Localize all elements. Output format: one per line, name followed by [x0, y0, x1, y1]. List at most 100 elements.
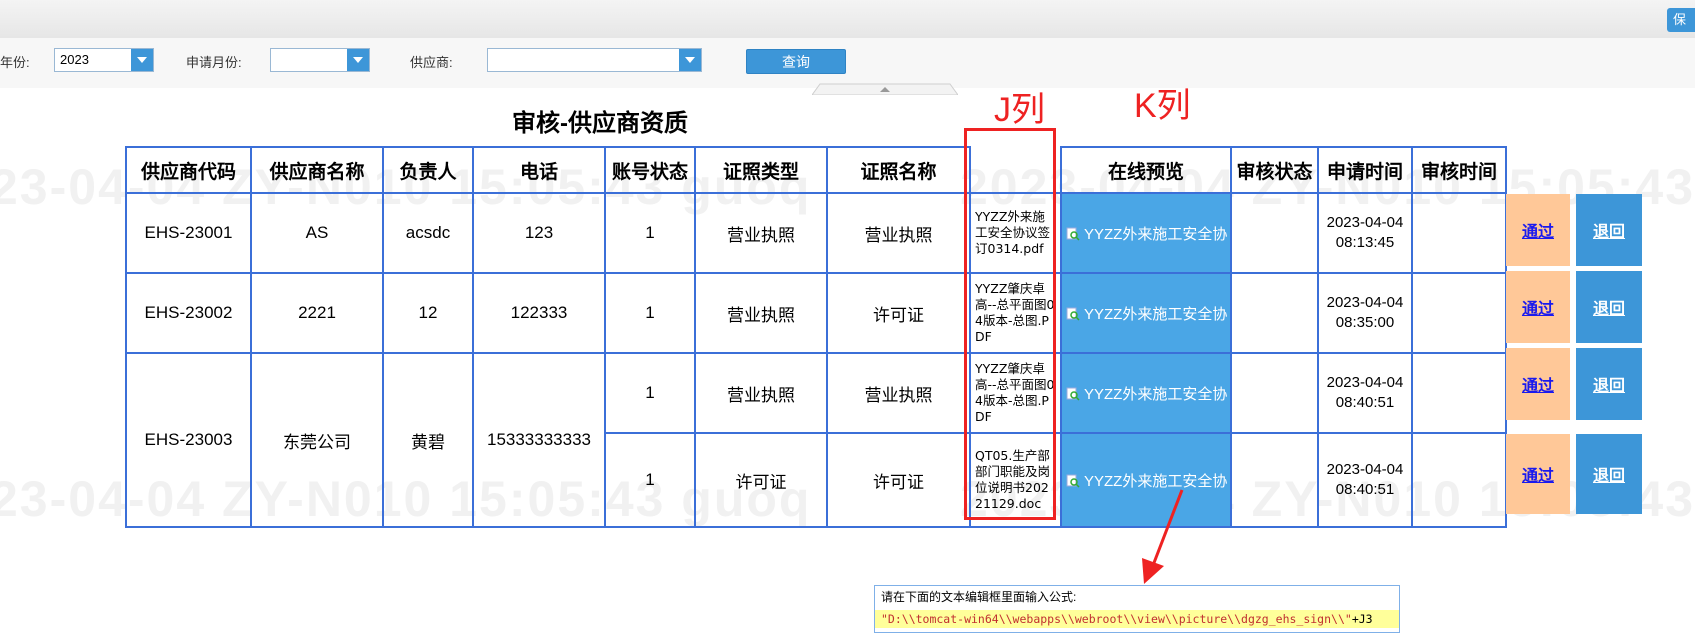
supplier-phone: 122333 — [472, 272, 606, 354]
return-link[interactable]: 退回 — [1593, 462, 1625, 486]
header-cell: 证照名称 — [826, 146, 971, 194]
top-right-button[interactable]: 保 — [1667, 8, 1695, 32]
account-status: 1 — [604, 352, 696, 434]
pass-button[interactable]: 通过 — [1506, 271, 1570, 343]
pass-button[interactable]: 通过 — [1506, 194, 1570, 266]
year-select[interactable]: 2023 — [54, 48, 154, 72]
audit-time — [1411, 192, 1507, 274]
cert-name: 营业执照 — [826, 192, 971, 274]
month-select[interactable] — [270, 48, 370, 72]
supplier-phone: 15333333333 — [472, 352, 606, 528]
preview-label: YYZZ外来施工安全协 — [1084, 225, 1228, 243]
formula-tail: +J3 — [1351, 612, 1373, 626]
apply-time: 2023-04-04 08:13:45 — [1317, 192, 1413, 274]
supplier-phone: 123 — [472, 192, 606, 274]
return-link[interactable]: 退回 — [1593, 218, 1625, 242]
preview-label: YYZZ外来施工安全协 — [1084, 305, 1228, 323]
cert-type: 营业执照 — [694, 352, 828, 434]
formula-editor-box[interactable]: 请在下面的文本编辑框里面输入公式: "D:\\tomcat-win64\\web… — [874, 585, 1400, 633]
header-cell: 负责人 — [382, 146, 474, 194]
file-preview-icon — [1066, 474, 1080, 488]
formula-hint: 请在下面的文本编辑框里面输入公式: — [881, 590, 1077, 604]
j-column-highlight — [964, 128, 1056, 520]
collapse-handle-icon[interactable] — [812, 83, 958, 95]
pass-link[interactable]: 通过 — [1522, 295, 1554, 319]
header-cell: 审核状态 — [1230, 146, 1319, 194]
page-title: 审核-供应商资质 — [512, 110, 688, 137]
query-button[interactable]: 查询 — [746, 49, 846, 74]
account-status: 1 — [604, 432, 696, 528]
supplier-person: 黄碧 — [382, 352, 474, 528]
audit-status — [1230, 192, 1319, 274]
supplier-name: 2221 — [250, 272, 384, 354]
table-row: EHS-23003 东莞公司 黄碧 15333333333 1 营业执照 营业执… — [125, 352, 1507, 528]
pass-link[interactable]: 通过 — [1522, 372, 1554, 396]
header-cell: 申请时间 — [1317, 146, 1413, 194]
chevron-down-icon[interactable] — [679, 49, 701, 71]
table-row: EHS-23001 AS acsdc 123 1 营业执照 营业执照 YYZZ外… — [125, 192, 1507, 274]
table-row: EHS-23002 2221 12 122333 1 营业执照 许可证 YYZZ… — [125, 272, 1507, 354]
pass-button[interactable]: 通过 — [1506, 434, 1570, 514]
top-bar: 保 — [0, 0, 1695, 39]
preview-label: YYZZ外来施工安全协 — [1084, 385, 1228, 403]
return-button[interactable]: 退回 — [1576, 348, 1642, 420]
header-cell: 账号状态 — [604, 146, 696, 194]
return-link[interactable]: 退回 — [1593, 295, 1625, 319]
j-column-annotation: J列 — [994, 91, 1045, 129]
supplier-code: EHS-23002 — [125, 272, 252, 354]
table-header-row: 供应商代码 供应商名称 负责人 电话 账号状态 证照类型 证照名称 在线预览 审… — [125, 146, 1507, 194]
audit-status — [1230, 352, 1319, 434]
header-cell: 供应商代码 — [125, 146, 252, 194]
return-button[interactable]: 退回 — [1576, 434, 1642, 514]
supplier-qualification-table: 供应商代码 供应商名称 负责人 电话 账号状态 证照类型 证照名称 在线预览 审… — [125, 146, 1507, 528]
header-cell: 审核时间 — [1411, 146, 1507, 194]
header-cell: 供应商名称 — [250, 146, 384, 194]
account-status: 1 — [604, 272, 696, 354]
apply-time: 2023-04-04 08:40:51 — [1317, 432, 1413, 528]
audit-time — [1411, 272, 1507, 354]
red-arrow-icon — [1142, 489, 1184, 584]
audit-time — [1411, 352, 1507, 434]
account-status: 1 — [604, 192, 696, 274]
audit-status — [1230, 272, 1319, 354]
return-button[interactable]: 退回 — [1576, 194, 1642, 266]
supplier-person: acsdc — [382, 192, 474, 274]
file-preview-icon — [1066, 227, 1080, 241]
apply-time: 2023-04-04 08:35:00 — [1317, 272, 1413, 354]
chevron-down-icon[interactable] — [131, 49, 153, 71]
header-cell: 在线预览 — [1060, 146, 1232, 194]
formula-string: "D:\\tomcat-win64\\webapps\\webroot\\vie… — [881, 612, 1352, 626]
apply-time: 2023-04-04 08:40:51 — [1317, 352, 1413, 434]
audit-time — [1411, 432, 1507, 528]
year-label: 年份: — [0, 55, 30, 70]
online-preview-link[interactable]: YYZZ外来施工安全协 — [1060, 192, 1232, 274]
filter-bar — [0, 38, 1695, 88]
pass-link[interactable]: 通过 — [1522, 462, 1554, 486]
supplier-select[interactable] — [487, 48, 702, 72]
month-label: 申请月份: — [186, 55, 242, 70]
cert-name: 营业执照 — [826, 352, 971, 434]
supplier-name: AS — [250, 192, 384, 274]
return-link[interactable]: 退回 — [1593, 372, 1625, 396]
header-cell: 证照类型 — [694, 146, 828, 194]
chevron-down-icon[interactable] — [347, 49, 369, 71]
pass-button[interactable]: 通过 — [1506, 348, 1570, 420]
online-preview-link[interactable]: YYZZ外来施工安全协 — [1060, 272, 1232, 354]
formula-input[interactable]: "D:\\tomcat-win64\\webapps\\webroot\\vie… — [875, 610, 1399, 628]
return-button[interactable]: 退回 — [1576, 271, 1642, 343]
cert-name: 许可证 — [826, 432, 971, 528]
supplier-label: 供应商: — [410, 55, 453, 70]
supplier-person: 12 — [382, 272, 474, 354]
pass-link[interactable]: 通过 — [1522, 218, 1554, 242]
cert-name: 许可证 — [826, 272, 971, 354]
supplier-name: 东莞公司 — [250, 352, 384, 528]
audit-status — [1230, 432, 1319, 528]
cert-type: 许可证 — [694, 432, 828, 528]
supplier-code: EHS-23001 — [125, 192, 252, 274]
online-preview-link[interactable]: YYZZ外来施工安全协 — [1060, 352, 1232, 434]
cert-type: 营业执照 — [694, 272, 828, 354]
file-preview-icon — [1066, 307, 1080, 321]
file-preview-icon — [1066, 387, 1080, 401]
header-cell: 电话 — [472, 146, 606, 194]
year-value: 2023 — [60, 52, 89, 67]
